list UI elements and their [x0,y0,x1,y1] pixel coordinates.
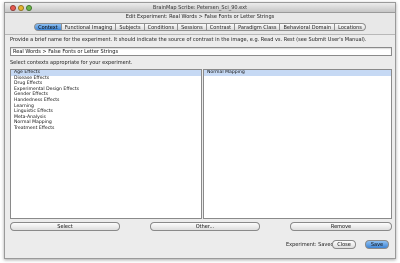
window-title: BrainMap Scribe: Petersen_Sci_90.ext [152,5,248,11]
remove-button[interactable]: Remove [290,222,392,231]
other-button[interactable]: Other... [150,222,260,231]
minimize-window-icon[interactable] [18,5,24,11]
name-instructions: Provide a brief name for the experiment.… [10,37,367,43]
experiment-name-field[interactable] [10,47,392,56]
select-instructions: Select contexts appropriate for your exp… [10,60,133,66]
selected-contexts-list[interactable]: Normal Mapping [203,69,392,219]
save-status: Experiment: Saved [286,242,334,248]
tab-contrast[interactable]: Contrast [206,23,236,31]
select-button[interactable]: Select [10,222,120,231]
tab-conditions[interactable]: Conditions [144,23,179,31]
window-controls [10,5,32,11]
tab-paradigm-class[interactable]: Paradigm Class [235,23,281,31]
close-button[interactable]: Close [332,240,356,249]
tab-behavioral-domain[interactable]: Behavioral Domain [280,23,336,31]
title-bar: BrainMap Scribe: Petersen_Sci_90.ext [5,3,395,13]
context-panel: Provide a brief name for the experiment.… [5,34,395,258]
status-label: Experiment: [286,242,317,248]
app-window: BrainMap Scribe: Petersen_Sci_90.ext Edi… [4,2,396,259]
tab-subjects[interactable]: Subjects [116,23,145,31]
tab-functional-imaging[interactable]: Functional Imaging [61,23,117,31]
tab-context[interactable]: Context [34,23,62,31]
tab-sessions[interactable]: Sessions [178,23,207,31]
list-item[interactable]: Normal Mapping [204,70,391,76]
available-contexts-list[interactable]: Age Effects Disease Effects Drug Effects… [10,69,202,219]
tab-bar: Context Functional Imaging Subjects Cond… [5,23,395,32]
experiment-subtitle: Edit Experiment: Real Words > False Font… [125,14,275,20]
zoom-window-icon[interactable] [26,5,32,11]
save-button[interactable]: Save [365,240,389,249]
list-item[interactable]: Treatment Effects [11,126,201,132]
close-window-icon[interactable] [10,5,16,11]
tab-locations[interactable]: Locations [335,23,366,31]
